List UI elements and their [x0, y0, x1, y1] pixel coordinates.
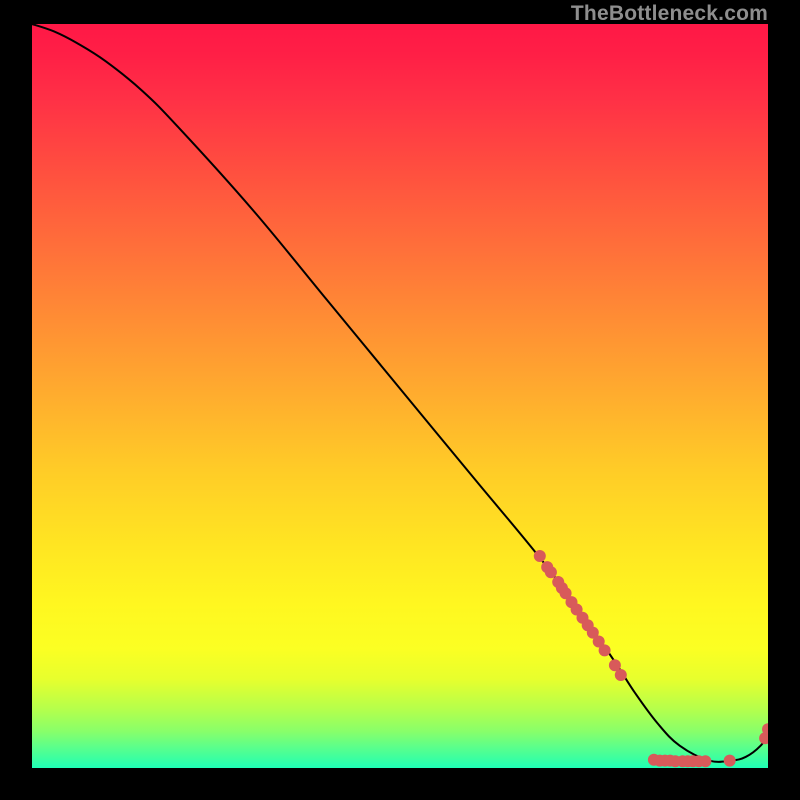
data-markers	[534, 550, 774, 767]
frame-right	[768, 0, 800, 800]
marker-dot	[615, 669, 627, 681]
marker-dot	[724, 755, 736, 767]
chart-stage: TheBottleneck.com	[0, 0, 800, 800]
chart-overlay-svg	[32, 24, 768, 768]
frame-bottom	[0, 768, 800, 800]
marker-dot	[545, 566, 557, 578]
frame-left	[0, 0, 32, 800]
bottleneck-curve	[32, 24, 768, 762]
watermark-text: TheBottleneck.com	[571, 2, 768, 26]
marker-dot	[534, 550, 546, 562]
marker-dot	[699, 755, 711, 767]
marker-dot	[599, 644, 611, 656]
